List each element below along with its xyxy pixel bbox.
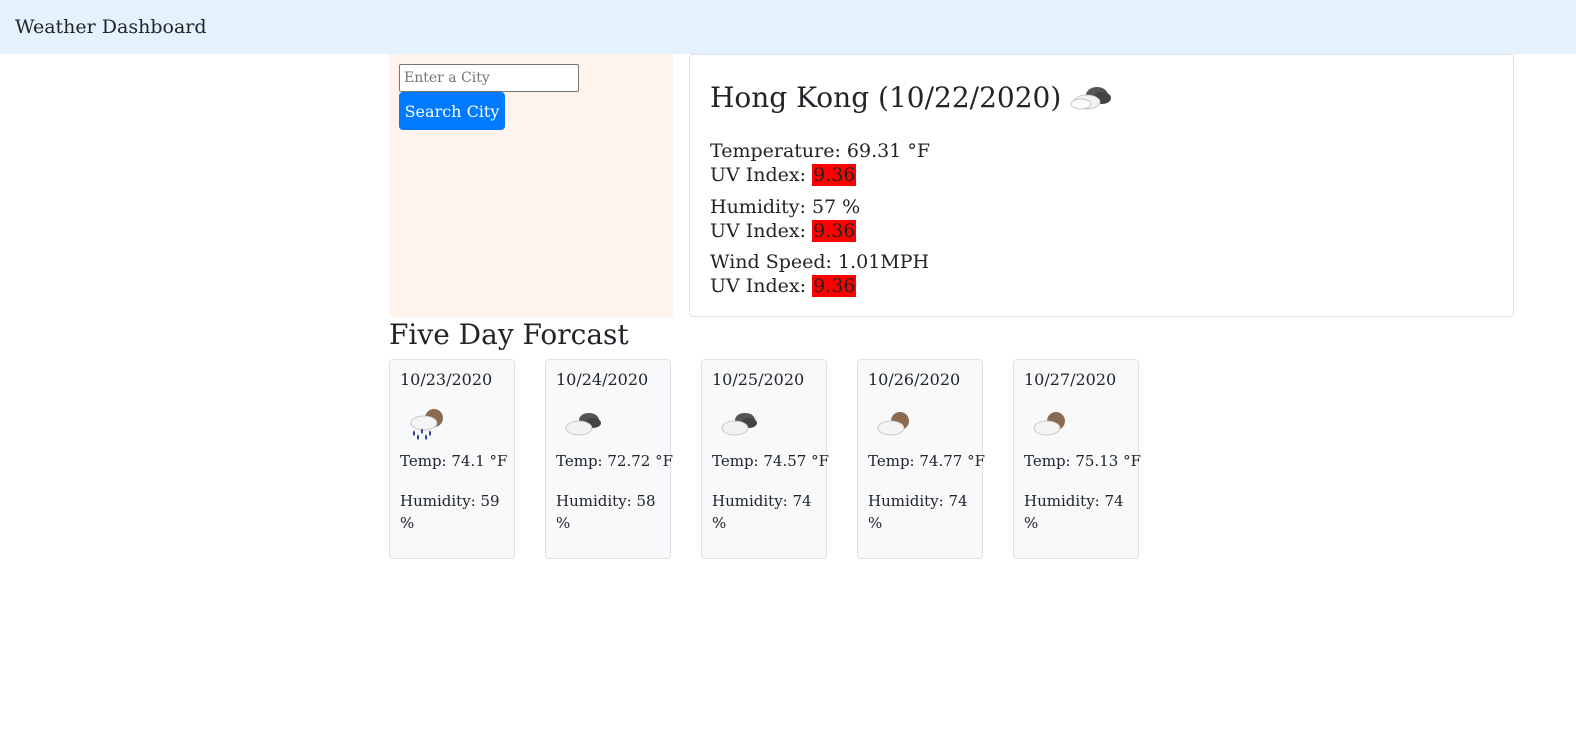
forecast-temp: Temp: 72.72 °F (556, 452, 673, 470)
partly-cloudy-icon (877, 412, 909, 436)
current-heading: Hong Kong (10/22/2020) (710, 81, 1113, 114)
search-sidebar: Search City (389, 54, 673, 317)
temperature-group: Temperature: 69.31 °F UV Index: 9.36 (710, 139, 930, 187)
forecast-temp: Temp: 74.1 °F (400, 452, 508, 470)
partly-cloudy-icon (1033, 412, 1065, 436)
uv-index-value: 9.36 (812, 275, 857, 297)
forecast-date: 10/23/2020 (400, 370, 493, 389)
humidity-group: Humidity: 57 % UV Index: 9.36 (710, 195, 860, 243)
cloudy-icon (1070, 86, 1112, 109)
forecast-date: 10/24/2020 (556, 370, 649, 389)
uv-index-label: UV Index: (710, 275, 813, 297)
uv-index-row: UV Index: 9.36 (710, 163, 930, 187)
wind-group: Wind Speed: 1.01MPH UV Index: 9.36 (710, 250, 929, 298)
uv-index-row: UV Index: 9.36 (710, 274, 929, 298)
forecast-temp: Temp: 75.13 °F (1024, 452, 1141, 470)
humidity-text: Humidity: 57 % (710, 196, 861, 218)
forecast-date: 10/26/2020 (868, 370, 961, 389)
uv-index-label: UV Index: (710, 164, 813, 186)
navbar: Weather Dashboard (0, 0, 1576, 54)
forecast-temp: Temp: 74.57 °F (712, 452, 829, 470)
forecast-humidity: Humidity: 59 % (400, 492, 500, 532)
cloudy-icon (721, 413, 757, 436)
forecast-card: 10/24/2020 Temp: 72.72 °F Humidity: 58 % (545, 359, 673, 559)
forecast-date: 10/27/2020 (1024, 370, 1117, 389)
forecast-humidity: Humidity: 58 % (556, 492, 656, 532)
temperature-text: Temperature: 69.31 °F (710, 140, 931, 162)
forecast-title: Five Day Forcast (389, 318, 629, 351)
search-city-button[interactable]: Search City (399, 92, 505, 130)
rain-icon (410, 409, 443, 440)
forecast-card: 10/27/2020 Temp: 75.13 °F Humidity: 74 % (1013, 359, 1141, 559)
current-weather-card: Hong Kong (10/22/2020) Temperature: 69.3… (689, 54, 1514, 317)
uv-index-value: 9.36 (812, 164, 857, 186)
forecast-date: 10/25/2020 (712, 370, 805, 389)
forecast-temp: Temp: 74.77 °F (868, 452, 985, 470)
uv-index-row: UV Index: 9.36 (710, 219, 860, 243)
forecast-humidity: Humidity: 74 % (712, 492, 812, 532)
app-title[interactable]: Weather Dashboard (15, 16, 207, 38)
cloudy-icon (565, 413, 601, 436)
city-date-heading: Hong Kong (10/22/2020) (710, 81, 1062, 114)
uv-index-value: 9.36 (812, 220, 857, 242)
forecast-humidity: Humidity: 74 % (1024, 492, 1124, 532)
city-search-input[interactable] (399, 64, 579, 92)
forecast-card: 10/25/2020 Temp: 74.57 °F Humidity: 74 % (701, 359, 829, 559)
forecast-card: 10/26/2020 Temp: 74.77 °F Humidity: 74 % (857, 359, 985, 559)
forecast-card: 10/23/2020 Temp: 74.1 °F Humidity: 59 % (389, 359, 515, 559)
uv-index-label: UV Index: (710, 220, 813, 242)
forecast-humidity: Humidity: 74 % (868, 492, 968, 532)
wind-speed-text: Wind Speed: 1.01MPH (710, 251, 930, 273)
